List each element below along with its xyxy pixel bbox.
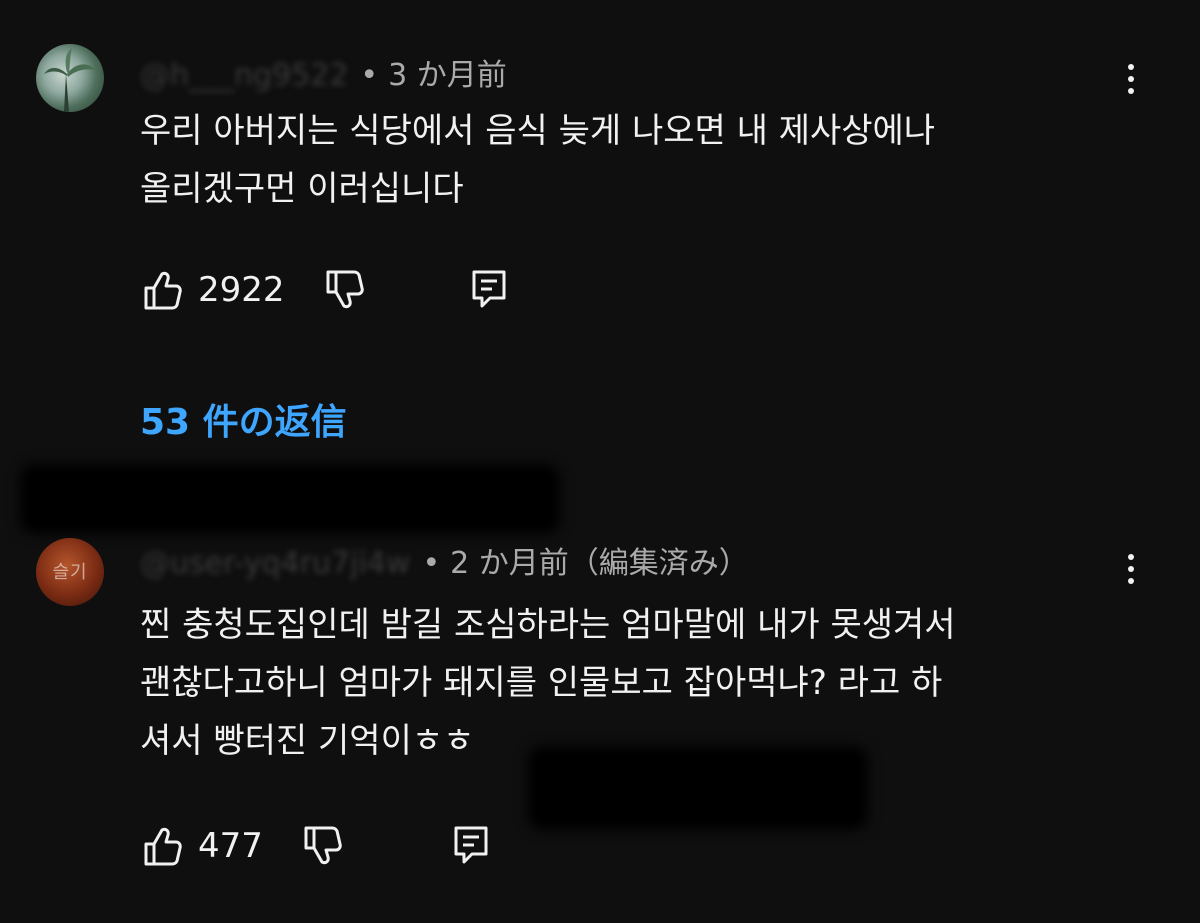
more-vert-icon[interactable] (1118, 550, 1144, 590)
avatar-image (44, 48, 96, 112)
author-handle[interactable]: @h___ng9522 (140, 58, 348, 93)
like-icon[interactable] (142, 824, 182, 868)
more-vert-icon[interactable] (1118, 60, 1144, 100)
comment-line: 괜찮다고하니 엄마가 돼지를 인물보고 잡아먹냐? 라고 하 (140, 663, 943, 703)
comment-line: 올리겠구먼 이러십니다 (140, 169, 464, 209)
view-replies-button[interactable]: 53 件の返信 (140, 393, 347, 445)
redaction-mark (528, 746, 868, 830)
avatar-text: 슬기 (52, 562, 88, 583)
dislike-icon[interactable] (324, 268, 364, 312)
comment-line: 찐 충청도집인데 밤길 조심하라는 엄마말에 내가 못생겨서 (140, 605, 956, 645)
reply-icon[interactable] (452, 824, 492, 868)
avatar[interactable]: 슬기 (36, 538, 104, 606)
comment-line: 우리 아버지는 식당에서 음식 늦게 나오면 내 제사상에나 (140, 111, 936, 151)
comment-actions: 2922 (140, 268, 740, 316)
comment-text: 찐 충청도집인데 밤길 조심하라는 엄마말에 내가 못생겨서 괜찮다고하니 엄마… (140, 596, 956, 770)
like-count: 477 (198, 826, 263, 866)
redaction-mark (20, 464, 560, 534)
author-handle[interactable]: @user-yq4ru7ji4w (140, 546, 410, 581)
comment-text: 우리 아버지는 식당에서 음식 늦게 나오면 내 제사상에나 올리겠구먼 이러십… (140, 102, 935, 218)
comment-time[interactable]: 3 か月前 (388, 58, 507, 93)
reply-icon[interactable] (470, 268, 510, 312)
like-count: 2922 (198, 270, 285, 310)
comment-meta: @user-yq4ru7ji4w • 2 か月前（編集済み） (140, 538, 749, 582)
avatar[interactable] (36, 44, 104, 112)
separator-dot: • (422, 546, 441, 581)
comment-meta: @h___ng9522 • 3 か月前 (140, 50, 507, 94)
comment-actions: 477 (140, 824, 740, 872)
separator-dot: • (360, 58, 379, 93)
comment-time[interactable]: 2 か月前（編集済み） (450, 546, 749, 581)
like-icon[interactable] (142, 268, 182, 312)
dislike-icon[interactable] (302, 824, 342, 868)
